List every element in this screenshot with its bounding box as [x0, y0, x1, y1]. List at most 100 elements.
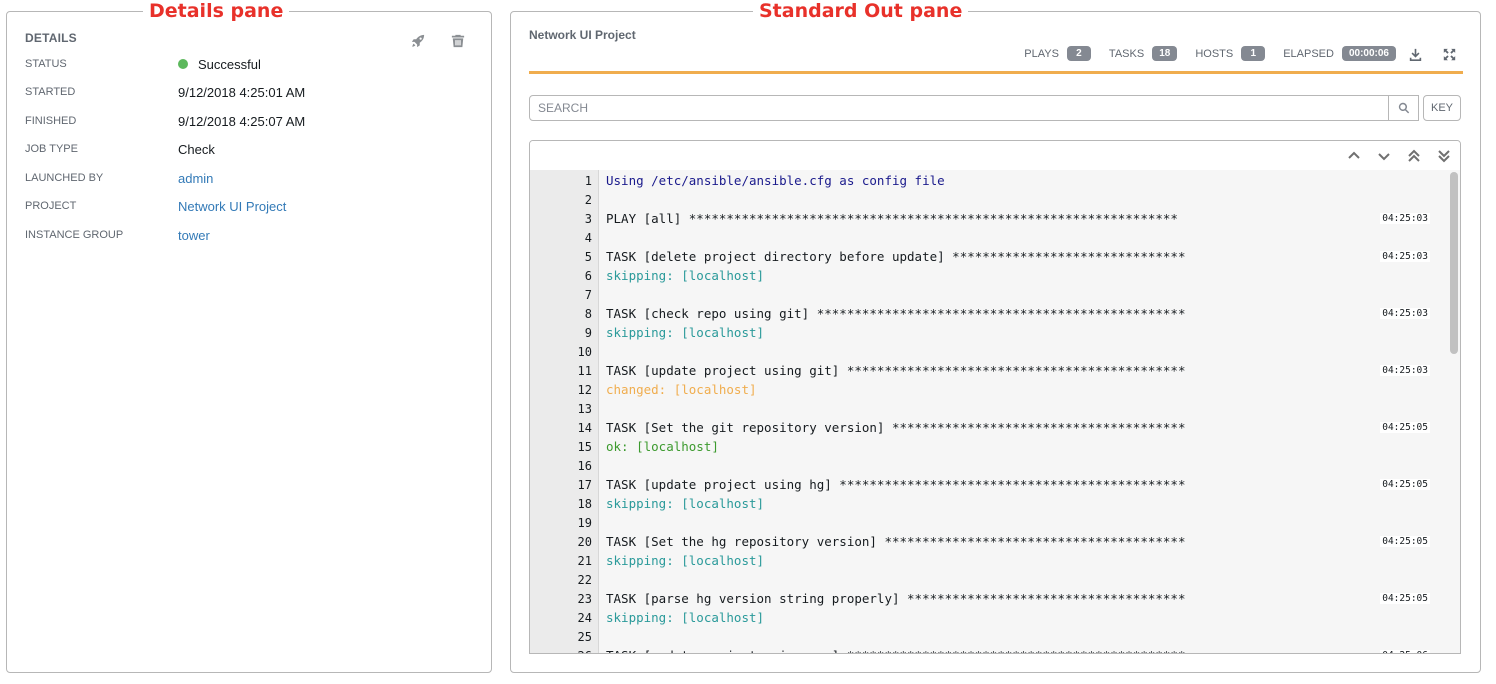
key-button[interactable]: KEY	[1423, 95, 1461, 121]
status-success-icon	[178, 59, 188, 69]
download-icon[interactable]	[1406, 45, 1424, 63]
project-title: Network UI Project	[529, 28, 636, 42]
count-plays: PLAYS 2	[1024, 46, 1091, 61]
output-toolbar	[530, 141, 1460, 171]
output-line: 3 PLAY [all] ****************************…	[530, 209, 1446, 228]
count-badge: 2	[1066, 46, 1091, 61]
output-line: 26 TASK [update project using svn] ******…	[530, 646, 1446, 653]
double-chevron-up-icon[interactable]	[1406, 148, 1422, 164]
details-pane: Details pane DETAILS STATUS Successful S…	[6, 0, 492, 673]
detail-label: JOB TYPE	[25, 143, 78, 155]
line-number: 1	[584, 173, 592, 188]
stdout-pane-annotation: Standard Out pane	[753, 0, 969, 22]
output-line: 1 Using /etc/ansible/ansible.cfg as confi…	[530, 171, 1446, 190]
output-line: 13	[530, 399, 1446, 418]
detail-row-instance-group: INSTANCE GROUP tower	[25, 225, 475, 245]
line-number: 7	[584, 287, 592, 302]
output-line: 25	[530, 627, 1446, 646]
line-timestamp: 04:25:03	[1380, 308, 1430, 319]
output-line: 14 TASK [Set the git repository version] …	[530, 418, 1446, 437]
line-number: 25	[577, 629, 592, 644]
chevron-up-icon[interactable]	[1346, 148, 1362, 164]
search-icon[interactable]	[1389, 95, 1419, 121]
search-input[interactable]	[529, 95, 1389, 121]
output-line: 4	[530, 228, 1446, 247]
job-counts: PLAYS 2 TASKS 18 HOSTS 1 ELAPSED 00:00:0…	[1024, 46, 1396, 61]
double-chevron-down-icon[interactable]	[1436, 148, 1452, 164]
detail-label: INSTANCE GROUP	[25, 229, 124, 241]
rocket-icon[interactable]	[409, 32, 427, 50]
line-text: skipping: [localhost]	[606, 496, 765, 511]
line-timestamp: 04:25:05	[1380, 422, 1430, 433]
detail-row-status: STATUS Successful	[25, 54, 475, 74]
count-tasks: TASKS 18	[1108, 46, 1178, 61]
line-number: 5	[584, 249, 592, 264]
count-hosts: HOSTS 1	[1195, 46, 1266, 61]
detail-label: STATUS	[25, 58, 67, 70]
detail-label: STARTED	[25, 86, 76, 98]
line-text: TASK [update project using git] ********…	[606, 363, 1186, 378]
line-number: 8	[584, 306, 592, 321]
output-line: 5 TASK [delete project directory before u…	[530, 247, 1446, 266]
chevron-down-icon[interactable]	[1376, 148, 1392, 164]
line-number: 9	[584, 325, 592, 340]
line-number: 19	[577, 515, 592, 530]
project-link[interactable]: Network UI Project	[178, 199, 286, 214]
line-number: 10	[577, 344, 592, 359]
line-number: 20	[577, 534, 592, 549]
detail-row-launched-by: LAUNCHED BY admin	[25, 168, 475, 188]
header-divider	[529, 71, 1463, 74]
details-pane-annotation: Details pane	[143, 0, 290, 22]
line-number: 15	[577, 439, 592, 454]
line-number: 22	[577, 572, 592, 587]
job-type-value: Check	[178, 141, 215, 157]
line-number: 3	[584, 211, 592, 226]
launched-by-link[interactable]: admin	[178, 171, 213, 186]
line-text: ok: [localhost]	[606, 439, 719, 454]
line-number: 12	[577, 382, 592, 397]
output-line: 11 TASK [update project using git] ******…	[530, 361, 1446, 380]
instance-group-link[interactable]: tower	[178, 228, 210, 243]
line-text: TASK [parse hg version string properly] …	[606, 591, 1186, 606]
line-number: 18	[577, 496, 592, 511]
output-line: 7	[530, 285, 1446, 304]
line-timestamp: 04:25:03	[1380, 251, 1430, 262]
expand-icon[interactable]	[1440, 45, 1458, 63]
details-actions	[409, 32, 467, 50]
count-label: PLAYS	[1024, 47, 1059, 60]
output-lines: 1 Using /etc/ansible/ansible.cfg as confi…	[530, 171, 1446, 653]
line-number: 16	[577, 458, 592, 473]
line-timestamp: 04:25:05	[1380, 593, 1430, 604]
detail-row-finished: FINISHED 9/12/2018 4:25:07 AM	[25, 111, 475, 131]
line-number: 4	[584, 230, 592, 245]
output-scrollbar[interactable]	[1450, 172, 1458, 354]
line-number: 24	[577, 610, 592, 625]
output-line: 12 changed: [localhost]	[530, 380, 1446, 399]
details-title: DETAILS	[25, 31, 77, 45]
output-line: 15 ok: [localhost]	[530, 437, 1446, 456]
line-text: changed: [localhost]	[606, 382, 757, 397]
count-badge: 00:00:06	[1341, 46, 1396, 61]
line-text: TASK [delete project directory before up…	[606, 249, 1186, 264]
detail-label: FINISHED	[25, 115, 77, 127]
line-text: skipping: [localhost]	[606, 325, 765, 340]
count-badge: 1	[1241, 46, 1266, 61]
count-label: TASKS	[1108, 47, 1145, 60]
line-number: 11	[577, 363, 592, 378]
output-line: 9 skipping: [localhost]	[530, 323, 1446, 342]
output-line: 22	[530, 570, 1446, 589]
line-text: TASK [Set the git repository version] **…	[606, 420, 1186, 435]
detail-label: PROJECT	[25, 200, 77, 212]
output-line: 2	[530, 190, 1446, 209]
line-number: 2	[584, 192, 592, 207]
output-line: 23 TASK [parse hg version string properly…	[530, 589, 1446, 608]
line-number: 17	[577, 477, 592, 492]
status-value: Successful	[198, 56, 261, 72]
detail-value: Successful	[178, 57, 261, 72]
line-timestamp: 04:25:05	[1380, 479, 1430, 490]
line-timestamp: 04:25:03	[1380, 213, 1430, 224]
line-text: TASK [check repo using git] ************…	[606, 306, 1186, 321]
detail-row-started: STARTED 9/12/2018 4:25:01 AM	[25, 82, 475, 102]
trash-icon[interactable]	[449, 32, 467, 50]
search-bar: KEY	[529, 95, 1461, 121]
